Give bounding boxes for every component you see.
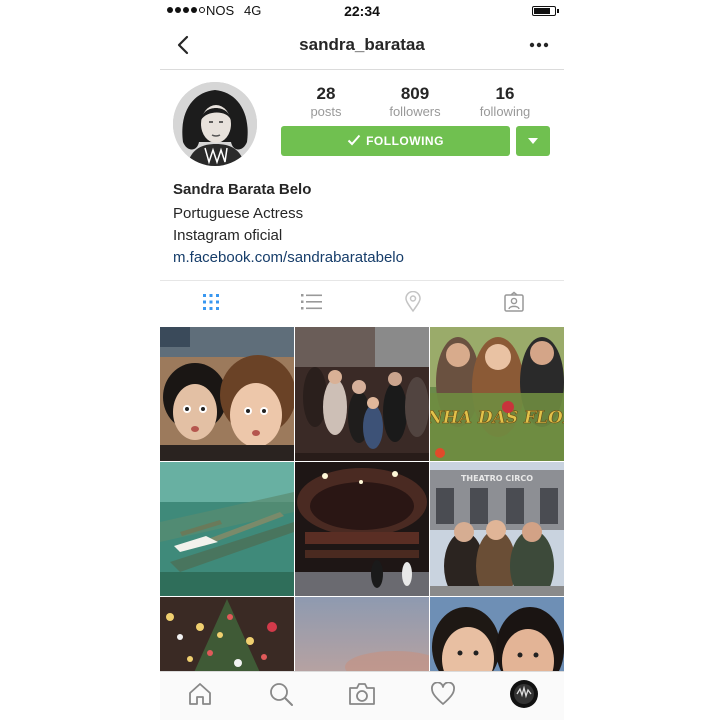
- tab-activity[interactable]: [402, 672, 483, 720]
- more-options-icon[interactable]: [528, 36, 550, 54]
- profile-avatar[interactable]: [173, 82, 257, 166]
- following-button-label: FOLLOWING: [366, 134, 444, 148]
- stat-following[interactable]: 16 following: [465, 84, 545, 119]
- camera-icon: [348, 682, 376, 711]
- tab-camera[interactable]: [322, 672, 403, 720]
- suggestions-dropdown-button[interactable]: [516, 126, 550, 156]
- grid-icon: [201, 292, 221, 317]
- phone-screen: NOS 4G 22:34 sandra_barataa 28 posts 809…: [160, 0, 564, 720]
- followers-label: followers: [389, 104, 441, 119]
- tab-home[interactable]: [160, 672, 241, 720]
- bio-line-1: Portuguese Actress: [173, 205, 304, 222]
- profile-view-tabs: [160, 280, 564, 327]
- stat-posts: 28 posts: [286, 84, 366, 119]
- navigation-bar: sandra_barataa: [160, 22, 564, 70]
- status-clock: 22:34: [344, 3, 380, 19]
- tab-map-view[interactable]: [362, 281, 463, 327]
- post-thumbnail-event[interactable]: [295, 327, 429, 461]
- tab-search[interactable]: [241, 672, 322, 720]
- tagged-photos-icon: [503, 291, 525, 318]
- stat-followers[interactable]: 809 followers: [375, 84, 455, 119]
- posts-count: 28: [316, 84, 336, 103]
- full-name: Sandra Barata Belo: [173, 181, 312, 198]
- posts-label: posts: [310, 104, 342, 119]
- bio-website-link[interactable]: m.facebook.com/sandrabaratabelo: [173, 247, 553, 269]
- post-thumbnail-lake[interactable]: [160, 462, 294, 596]
- location-pin-icon: [404, 290, 422, 318]
- following-count: 16: [495, 84, 515, 103]
- tab-list-view[interactable]: [261, 281, 362, 327]
- page-title: sandra_barataa: [299, 35, 425, 54]
- tab-profile[interactable]: [483, 672, 564, 720]
- bottom-tab-bar: [160, 671, 564, 720]
- tab-grid-view[interactable]: [160, 281, 261, 327]
- post-thumbnail-selfie[interactable]: [160, 327, 294, 461]
- caret-down-icon: [527, 132, 539, 150]
- following-label: following: [479, 104, 531, 119]
- profile-bio: Sandra Barata Belo Portuguese Actress In…: [173, 180, 553, 269]
- status-bar: NOS 4G 22:34: [160, 0, 564, 22]
- show-title-text: RAINHA DAS FLORES: [430, 408, 564, 428]
- building-sign-text: THEATRO CIRCO: [461, 474, 533, 483]
- post-thumbnail-tv-show[interactable]: RAINHA DAS FLORES: [430, 327, 564, 461]
- checkmark-icon: [347, 134, 361, 149]
- bio-line-2: Instagram oficial: [173, 227, 283, 244]
- followers-count: 809: [400, 84, 430, 103]
- following-button[interactable]: FOLLOWING: [281, 126, 510, 156]
- search-icon: [268, 681, 294, 712]
- tab-tagged-photos[interactable]: [463, 281, 564, 327]
- heart-icon: [430, 681, 456, 711]
- home-icon: [187, 682, 213, 711]
- post-thumbnail-theater[interactable]: [295, 462, 429, 596]
- post-thumbnail-theatro-circo[interactable]: THEATRO CIRCO: [430, 462, 564, 596]
- list-icon: [300, 292, 324, 317]
- profile-icon: [509, 679, 539, 714]
- battery-icon: [532, 6, 559, 16]
